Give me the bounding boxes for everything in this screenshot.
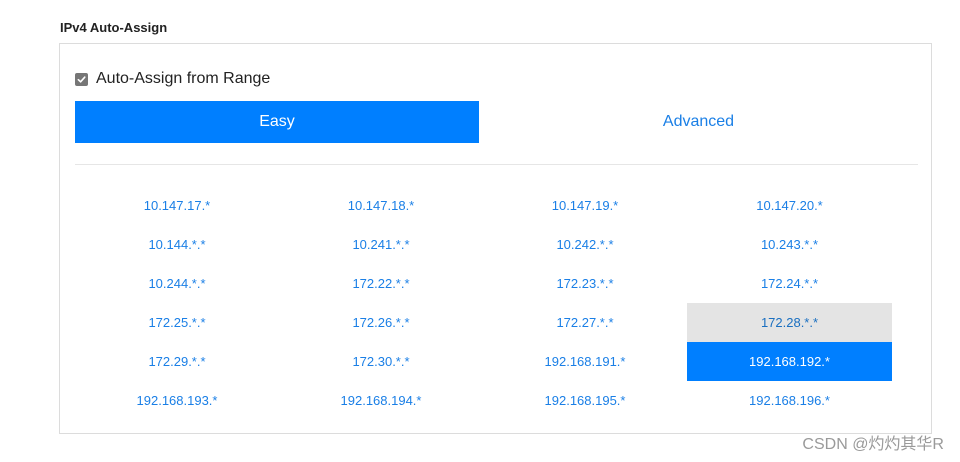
range-option[interactable]: 10.244.*.* xyxy=(75,264,279,303)
range-option[interactable]: 172.30.*.* xyxy=(279,342,483,381)
range-option[interactable]: 192.168.193.* xyxy=(75,381,279,420)
tab-advanced[interactable]: Advanced xyxy=(479,101,918,143)
range-option[interactable]: 172.28.*.* xyxy=(687,303,892,342)
range-option[interactable]: 172.22.*.* xyxy=(279,264,483,303)
auto-assign-checkbox-row[interactable]: Auto-Assign from Range xyxy=(75,70,270,88)
range-option[interactable]: 10.242.*.* xyxy=(483,225,687,264)
range-option[interactable]: 10.241.*.* xyxy=(279,225,483,264)
range-option[interactable]: 10.147.20.* xyxy=(687,186,892,225)
range-option[interactable]: 192.168.196.* xyxy=(687,381,892,420)
range-option[interactable]: 10.147.18.* xyxy=(279,186,483,225)
tab-easy[interactable]: Easy xyxy=(75,101,479,143)
divider xyxy=(75,164,918,165)
section-title: IPv4 Auto-Assign xyxy=(60,20,168,35)
range-option[interactable]: 192.168.192.* xyxy=(687,342,892,381)
range-option[interactable]: 172.23.*.* xyxy=(483,264,687,303)
watermark: CSDN @灼灼其华R xyxy=(802,436,944,453)
range-option[interactable]: 172.29.*.* xyxy=(75,342,279,381)
range-option[interactable]: 172.27.*.* xyxy=(483,303,687,342)
auto-assign-checkbox[interactable] xyxy=(75,72,88,86)
range-option[interactable]: 192.168.191.* xyxy=(483,342,687,381)
range-option[interactable]: 10.147.19.* xyxy=(483,186,687,225)
range-grid: 10.147.17.* 10.147.18.* 10.147.19.* 10.147.… xyxy=(75,186,892,420)
range-option[interactable]: 10.243.*.* xyxy=(687,225,892,264)
auto-assign-checkbox-label: Auto-Assign from Range xyxy=(96,70,271,87)
range-option[interactable]: 10.144.*.* xyxy=(75,225,279,264)
range-option[interactable]: 192.168.195.* xyxy=(483,381,687,420)
range-option[interactable]: 172.24.*.* xyxy=(687,264,892,303)
range-option[interactable]: 172.25.*.* xyxy=(75,303,279,342)
range-option[interactable]: 192.168.194.* xyxy=(279,381,483,420)
range-option[interactable]: 172.26.*.* xyxy=(279,303,483,342)
mode-tabs: Easy Advanced xyxy=(75,101,918,143)
range-option[interactable]: 10.147.17.* xyxy=(75,186,279,225)
check-icon xyxy=(77,75,86,83)
